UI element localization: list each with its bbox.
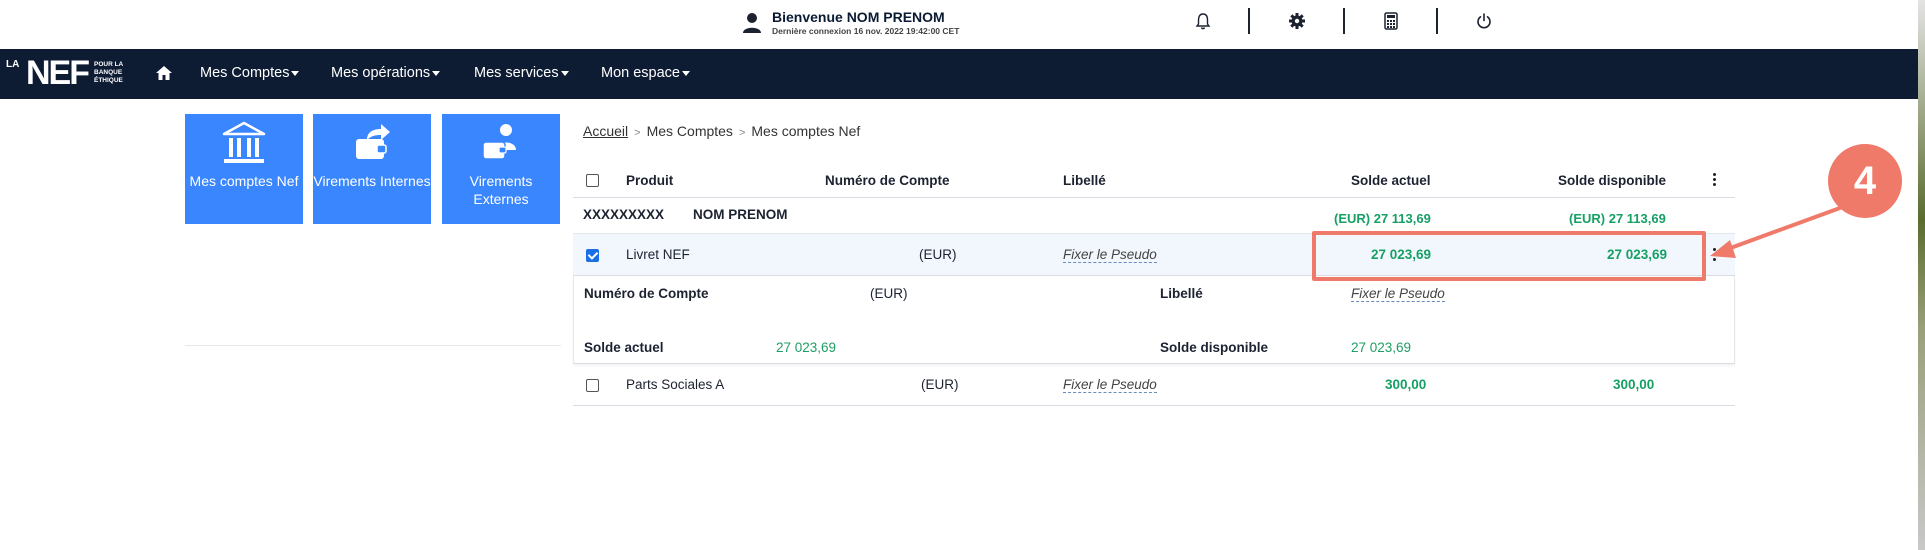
detail-numero-label: Numéro de Compte [584,286,709,301]
last-login: Dernière connexion 16 nov. 2022 19:42:00… [772,26,960,36]
highlight-box [1312,231,1706,281]
wallet-transfer-icon [313,120,431,170]
breadcrumb: Accueil > Mes Comptes > Mes comptes Nef [583,123,860,139]
bank-icon [185,120,303,170]
nav-mes-operations[interactable]: Mes opérations [331,65,441,81]
logo-la: LA [6,59,20,70]
row-solde-disponible: 300,00 [1613,377,1655,392]
logo-tagline: POUR LA BANQUE ÉTHIQUE [94,61,124,84]
select-all-checkbox[interactable] [586,174,599,187]
header-solde-actuel: Solde actuel [1351,173,1431,188]
set-pseudo-link[interactable]: Fixer le Pseudo [1063,377,1157,393]
detail-solde-actuel-value: 27 023,69 [776,340,837,355]
welcome-title: Bienvenue NOM PRENOM [772,9,945,25]
nav-mon-espace[interactable]: Mon espace [601,65,690,81]
logo-nef: NEF [26,54,90,92]
table-row[interactable]: Parts Sociales A (EUR) Fixer le Pseudo 3… [573,364,1735,406]
tile-mes-comptes-nef[interactable]: Mes comptes Nef [185,114,303,224]
row-devise: (EUR) [921,377,959,392]
detail-solde-disponible-label: Solde disponible [1160,340,1269,355]
account-detail-panel: Numéro de Compte (EUR) Libellé Fixer le … [573,276,1735,364]
account-group-row: XXXXXXXXX NOM PRENOM (EUR) 27 113,69 (EU… [573,198,1735,234]
nav-mes-services[interactable]: Mes services [474,65,569,81]
row-solde-actuel: 300,00 [1385,377,1427,392]
caret-down-icon [432,70,441,76]
detail-numero-value: (EUR) [870,286,908,301]
tile-label: Mes comptes Nef [189,173,299,189]
header-solde-disponible: Solde disponible [1558,173,1667,188]
nav-label: Mes opérations [331,65,431,81]
group-solde-disponible: (EUR) 27 113,69 [1569,211,1666,226]
row-checkbox[interactable] [586,249,599,262]
tile-label: Virements Externes [469,173,533,207]
group-id: XXXXXXXXX [583,207,665,222]
home-icon[interactable] [155,64,173,82]
bell-icon[interactable] [1192,10,1214,32]
page: Bienvenue NOM PRENOM Dernière connexion … [0,0,1925,550]
caret-down-icon [291,70,300,76]
nav-mes-comptes[interactable]: Mes Comptes [200,65,300,81]
set-pseudo-link[interactable]: Fixer le Pseudo [1063,247,1157,263]
row-checkbox[interactable] [586,379,599,392]
chevron-right-icon: > [634,127,641,139]
user-icon [743,13,761,33]
detail-solde-disponible-value: 27 023,69 [1351,340,1412,355]
divider [1436,8,1438,34]
header-produit: Produit [626,173,674,188]
divider [1343,8,1345,34]
power-icon[interactable] [1473,10,1495,32]
chevron-right-icon: > [738,127,746,139]
row-devise: (EUR) [919,247,957,262]
gear-icon[interactable] [1286,10,1308,32]
calculator-icon[interactable] [1380,10,1402,32]
main-nav: LA NEF POUR LA BANQUE ÉTHIQUE Mes Compte… [0,49,1918,99]
nav-label: Mes services [474,65,559,81]
caret-down-icon [560,70,569,76]
row-produit: Parts Sociales A [626,377,725,392]
detail-libelle-label: Libellé [1160,286,1203,301]
header-numero: Numéro de Compte [825,173,950,188]
detail-solde-actuel-label: Solde actuel [584,340,664,355]
welcome-block: Bienvenue NOM PRENOM Dernière connexion … [742,9,959,37]
breadcrumb-home[interactable]: Accueil [583,123,628,139]
caret-down-icon [682,70,690,76]
detail-set-pseudo-link[interactable]: Fixer le Pseudo [1351,286,1445,302]
window-edge [1918,0,1925,550]
nav-label: Mon espace [601,65,680,81]
group-name: NOM PRENOM [693,207,788,222]
header-libelle: Libellé [1063,173,1106,188]
row-more-options-icon[interactable] [1713,248,1717,263]
step-badge: 4 [1828,144,1902,218]
more-options-icon[interactable] [1713,173,1717,188]
breadcrumb-level2: Mes comptes Nef [751,123,861,139]
breadcrumb-level1: Mes Comptes [646,123,733,139]
top-bar: Bienvenue NOM PRENOM Dernière connexion … [0,0,1925,49]
group-solde-actuel: (EUR) 27 113,69 [1334,211,1431,226]
tile-label: Virements Internes [313,173,431,189]
nav-label: Mes Comptes [200,65,290,81]
table-header: Produit Numéro de Compte Libellé Solde a… [573,160,1735,198]
row-produit: Livret NEF [626,247,690,262]
user-wallet-icon [442,120,560,170]
tile-virements-externes[interactable]: Virements Externes [442,114,560,224]
divider [1248,8,1250,34]
tile-virements-internes[interactable]: Virements Internes [313,114,431,224]
sidebar-divider [185,345,561,346]
